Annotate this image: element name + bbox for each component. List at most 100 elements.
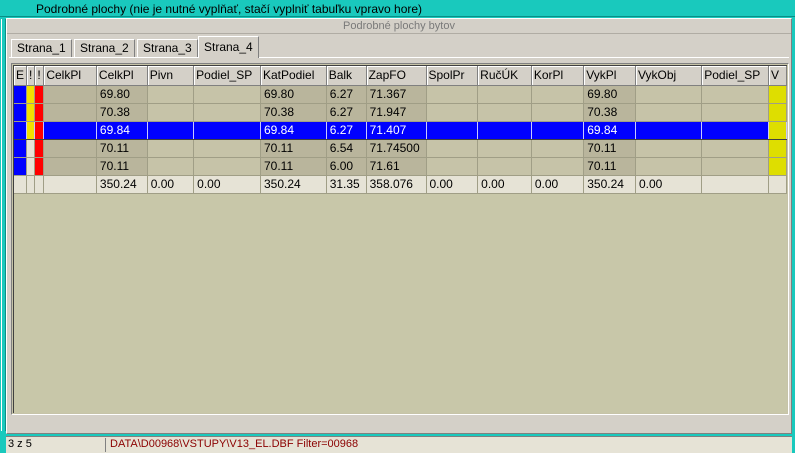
col-header-flag-1[interactable]: ! <box>26 66 36 86</box>
col-header-flag-2[interactable]: ! <box>34 66 45 86</box>
col-header-celkpl-a[interactable]: CelkPl <box>43 66 97 86</box>
cell-rucuk[interactable] <box>477 85 532 104</box>
cell-balk[interactable]: 6.27 <box>326 120 367 140</box>
cell-celkpl[interactable]: 69.84 <box>96 120 148 140</box>
col-header-podiel-sp[interactable]: Podiel_SP <box>193 66 261 86</box>
cell-v[interactable] <box>768 120 787 140</box>
cell-vykobj[interactable] <box>635 139 703 158</box>
cell-zapfo[interactable]: 71.367 <box>366 85 427 104</box>
cell-katpodiel[interactable]: 69.80 <box>260 85 327 104</box>
row-marker-e <box>14 139 27 158</box>
cell-pivn[interactable] <box>147 103 195 122</box>
cell-spolpr[interactable] <box>426 103 479 122</box>
col-header-korpl[interactable]: KorPl <box>531 66 585 86</box>
cell-celkpl-a[interactable] <box>43 103 97 122</box>
cell-spolpr[interactable] <box>426 139 479 158</box>
cell-celkpl[interactable]: 70.11 <box>96 157 148 176</box>
cell-podiel-sp-2[interactable] <box>701 103 770 122</box>
col-header-vykobj[interactable]: VykObj <box>635 66 703 86</box>
cell-podiel-sp[interactable] <box>193 103 261 122</box>
col-header-vykpl[interactable]: VykPl <box>583 66 636 86</box>
cell-podiel-sp-2[interactable] <box>701 139 770 158</box>
tab-strana-2[interactable]: Strana_2 <box>74 39 135 58</box>
cell-vykobj[interactable] <box>635 85 703 104</box>
col-header-spolpr[interactable]: SpolPr <box>426 66 479 86</box>
cell-vykpl[interactable]: 70.38 <box>583 103 636 122</box>
cell-vykpl[interactable]: 69.84 <box>583 120 636 140</box>
cell-spolpr[interactable] <box>426 157 479 176</box>
cell-zapfo[interactable]: 71.74500 <box>366 139 427 158</box>
table-row[interactable]: 70.38 70.38 6.27 71.947 70.38 <box>14 103 787 122</box>
cell-celkpl-a[interactable] <box>43 139 97 158</box>
tab-strana-4[interactable]: Strana_4 <box>198 36 259 58</box>
data-grid[interactable]: E ! ! CelkPl CelkPl Pivn Podiel_SP KatPo… <box>11 63 789 415</box>
cell-vykpl[interactable]: 69.80 <box>583 85 636 104</box>
cell-spolpr[interactable] <box>426 120 479 140</box>
table-row[interactable]: 69.80 69.80 6.27 71.367 69.80 <box>14 85 787 104</box>
cell-katpodiel[interactable]: 70.38 <box>260 103 327 122</box>
col-header-rucuk[interactable]: RučÚK <box>477 66 532 86</box>
cell-katpodiel[interactable]: 70.11 <box>260 157 327 176</box>
cell-pivn[interactable] <box>147 139 195 158</box>
cell-vykobj[interactable] <box>635 103 703 122</box>
cell-podiel-sp-2[interactable] <box>701 157 770 176</box>
cell-v[interactable] <box>768 103 787 122</box>
frame-highlight <box>1 19 2 431</box>
cell-celkpl[interactable]: 69.80 <box>96 85 148 104</box>
table-row-selected[interactable]: 69.84 69.84 6.27 71.407 69.84 <box>14 120 787 140</box>
cell-rucuk[interactable] <box>477 157 532 176</box>
row-marker-flag-2 <box>34 85 45 104</box>
cell-pivn[interactable] <box>147 120 195 140</box>
cell-podiel-sp-2[interactable] <box>701 120 770 140</box>
cell-celkpl[interactable]: 70.38 <box>96 103 148 122</box>
cell-pivn[interactable] <box>147 157 195 176</box>
col-header-v[interactable]: V <box>768 66 787 86</box>
cell-korpl[interactable] <box>531 157 585 176</box>
cell-rucuk[interactable] <box>477 139 532 158</box>
cell-balk[interactable]: 6.27 <box>326 85 367 104</box>
cell-v[interactable] <box>768 85 787 104</box>
cell-balk[interactable]: 6.27 <box>326 103 367 122</box>
cell-pivn[interactable] <box>147 85 195 104</box>
cell-podiel-sp-2[interactable] <box>701 85 770 104</box>
cell-korpl[interactable] <box>531 103 585 122</box>
cell-vykobj[interactable] <box>635 120 703 140</box>
cell-celkpl-a[interactable] <box>43 157 97 176</box>
cell-v[interactable] <box>768 139 787 158</box>
cell-korpl[interactable] <box>531 85 585 104</box>
cell-rucuk[interactable] <box>477 103 532 122</box>
cell-celkpl-a[interactable] <box>43 120 97 140</box>
table-row[interactable]: 70.11 70.11 6.00 71.61 70.11 <box>14 157 787 176</box>
cell-vykobj[interactable] <box>635 157 703 176</box>
col-header-e[interactable]: E <box>14 66 27 86</box>
cell-vykpl[interactable]: 70.11 <box>583 139 636 158</box>
cell-korpl[interactable] <box>531 120 585 140</box>
cell-vykpl[interactable]: 70.11 <box>583 157 636 176</box>
col-header-zapfo[interactable]: ZapFO <box>366 66 427 86</box>
cell-balk[interactable]: 6.54 <box>326 139 367 158</box>
col-header-katpodiel[interactable]: KatPodiel <box>260 66 327 86</box>
table-row[interactable]: 70.11 70.11 6.54 71.74500 70.11 <box>14 139 787 158</box>
cell-podiel-sp[interactable] <box>193 85 261 104</box>
cell-zapfo[interactable]: 71.407 <box>366 120 427 140</box>
col-header-celkpl[interactable]: CelkPl <box>96 66 148 86</box>
col-header-balk[interactable]: Balk <box>326 66 367 86</box>
cell-v[interactable] <box>768 157 787 176</box>
tab-strana-3[interactable]: Strana_3 <box>137 39 198 58</box>
cell-katpodiel[interactable]: 69.84 <box>260 120 327 140</box>
cell-spolpr[interactable] <box>426 85 479 104</box>
cell-korpl[interactable] <box>531 139 585 158</box>
cell-celkpl-a[interactable] <box>43 85 97 104</box>
cell-rucuk[interactable] <box>477 120 532 140</box>
cell-podiel-sp[interactable] <box>193 120 261 140</box>
col-header-podiel-sp-2[interactable]: Podiel_SP <box>701 66 770 86</box>
cell-podiel-sp[interactable] <box>193 139 261 158</box>
cell-podiel-sp[interactable] <box>193 157 261 176</box>
cell-zapfo[interactable]: 71.947 <box>366 103 427 122</box>
col-header-pivn[interactable]: Pivn <box>147 66 195 86</box>
cell-balk[interactable]: 6.00 <box>326 157 367 176</box>
tab-strana-1[interactable]: Strana_1 <box>11 39 72 58</box>
cell-katpodiel[interactable]: 70.11 <box>260 139 327 158</box>
cell-zapfo[interactable]: 71.61 <box>366 157 427 176</box>
cell-celkpl[interactable]: 70.11 <box>96 139 148 158</box>
